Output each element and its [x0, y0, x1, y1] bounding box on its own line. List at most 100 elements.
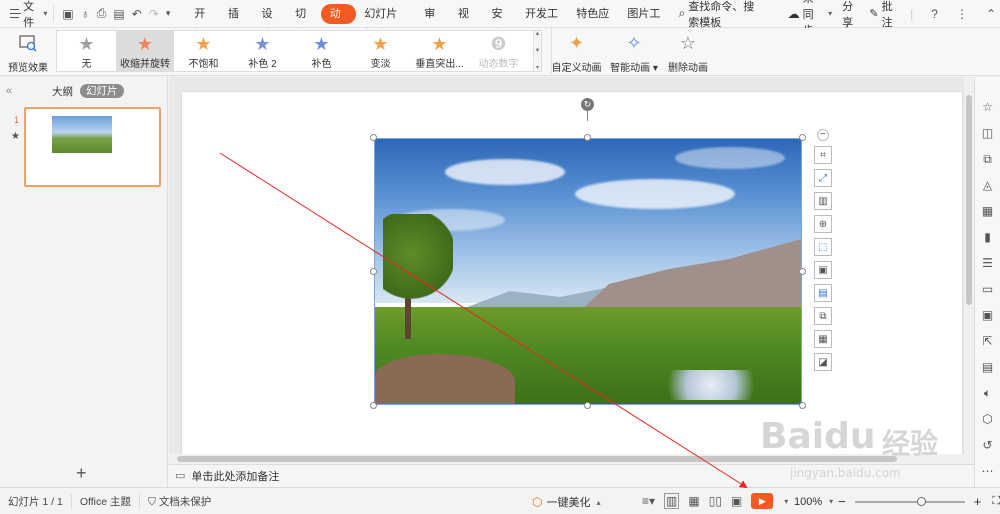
file-menu[interactable]: 文件 ▾	[0, 0, 53, 29]
protection-status[interactable]: ⛉ 文档未保护	[140, 494, 219, 509]
gallery-item-4[interactable]: ★ 补色	[292, 31, 351, 71]
sidebar-shield-icon[interactable]: ⬡	[980, 411, 996, 428]
zoom-picture-icon[interactable]: ⊕	[814, 215, 832, 233]
tab-2[interactable]: 设计	[254, 4, 288, 40]
help-icon[interactable]: ?	[927, 7, 942, 21]
resize-handle-e[interactable]	[799, 268, 806, 275]
resize-handle-s[interactable]	[584, 402, 591, 409]
resize-handle-nw[interactable]	[370, 134, 377, 141]
picture-to-text-icon[interactable]: ▣	[814, 261, 832, 279]
add-slide-button[interactable]: +	[76, 463, 87, 484]
collapse-panel-icon[interactable]: «	[6, 85, 12, 97]
sidebar-slides-icon[interactable]: ▤	[980, 359, 996, 376]
picture-translate-icon[interactable]: ▤	[814, 284, 832, 302]
picture-border-icon[interactable]: ◪	[814, 353, 832, 371]
picture-resize-icon[interactable]: ⤢	[814, 169, 832, 187]
landscape-picture[interactable]	[374, 138, 802, 405]
resize-handle-sw[interactable]	[370, 402, 377, 409]
gallery-scroll[interactable]: ▲ ▼ ▾	[533, 31, 541, 71]
gallery-item-3[interactable]: ★ 补色 2	[233, 31, 292, 71]
picture-split-icon[interactable]: ▥	[814, 192, 832, 210]
picture-clear-icon[interactable]: ⬚	[814, 238, 832, 256]
sidebar-history-icon[interactable]: ↺	[980, 437, 996, 454]
tab-slides[interactable]: 幻灯片	[80, 84, 124, 98]
tab-9[interactable]: 开发工具	[517, 4, 568, 40]
sidebar-layout-icon[interactable]: ▭	[980, 281, 996, 298]
sidebar-copy-icon[interactable]: ⧉	[980, 151, 996, 168]
vertical-scroll-thumb[interactable]	[966, 95, 972, 305]
one-click-beautify-button[interactable]: ⬡ 一键美化 ▴	[532, 494, 601, 510]
collapse-toolbar-icon[interactable]: −	[817, 129, 829, 141]
zoom-in-button[interactable]: +	[974, 494, 982, 509]
gallery-item-2[interactable]: ★ 不饱和	[174, 31, 233, 71]
more-dots-icon[interactable]: ⋮	[952, 7, 972, 21]
rotate-handle-icon[interactable]: ↻	[581, 98, 594, 111]
gallery-down-icon[interactable]: ▼	[535, 48, 541, 54]
sidebar-audio-icon[interactable]: 🔈︎	[980, 385, 996, 402]
tab-6[interactable]: 审阅	[416, 4, 450, 40]
sidebar-star-icon[interactable]: ☆	[980, 99, 996, 116]
gallery-item-1[interactable]: ★ 收缩并旋转	[116, 31, 174, 71]
collapse-ribbon-icon[interactable]: ⌃	[982, 7, 1000, 21]
sidebar-shapes-icon[interactable]: ◫	[980, 125, 996, 142]
preview-effect-button[interactable]: 预览效果	[6, 28, 50, 74]
more-icon[interactable]: ▾	[166, 8, 171, 19]
gallery-more-icon[interactable]: ▾	[536, 64, 539, 71]
gallery-up-icon[interactable]: ▲	[535, 31, 541, 37]
gallery-item-label: 垂直突出...	[415, 59, 464, 70]
picture-copy-icon[interactable]: ⧉	[814, 307, 832, 325]
gallery-item-0[interactable]: ★ 无	[57, 31, 116, 71]
format-painter-icon[interactable]: ♁	[81, 7, 90, 21]
zoom-slider[interactable]	[854, 496, 965, 506]
save-icon[interactable]: ▣	[62, 7, 73, 21]
resize-handle-n[interactable]	[584, 134, 591, 141]
sidebar-chart-icon[interactable]: ▮	[980, 229, 996, 246]
custom-animation-button[interactable]: ✦ 自定义动画	[551, 28, 602, 74]
normal-view-icon[interactable]: ▥	[664, 493, 680, 509]
tab-1[interactable]: 插入	[220, 4, 254, 40]
thumbnail-image	[52, 116, 112, 153]
picture-float-toolbar: − ⌗ ⤢ ▥ ⊕ ⬚ ▣ ▤ ⧉ ▦ ◪	[812, 129, 834, 371]
resize-handle-ne[interactable]	[799, 134, 806, 141]
picture-cloud	[445, 159, 565, 185]
baidu-watermark: Baidu 经验 jingyan.baidu.com	[740, 400, 970, 500]
gallery-item-6[interactable]: ★ 垂直突出...	[410, 31, 469, 71]
smart-animation-button[interactable]: ✧ 智能动画 ▾	[609, 28, 659, 75]
tab-4[interactable]: 动画	[320, 3, 357, 40]
crop-icon[interactable]: ⌗	[814, 146, 832, 164]
print-icon[interactable]: ⎙	[97, 6, 107, 21]
delete-animation-button[interactable]: ☆ 删除动画	[665, 28, 711, 75]
tab-0[interactable]: 开始	[186, 4, 220, 40]
share-button[interactable]: 分享	[842, 0, 859, 30]
picture-compress-icon[interactable]: ▦	[814, 330, 832, 348]
tab-5[interactable]: 幻灯片放映	[356, 4, 416, 40]
tab-3[interactable]: 切换	[287, 4, 321, 40]
reading-view-icon[interactable]: ▯▯	[709, 494, 722, 508]
resize-handle-w[interactable]	[370, 268, 377, 275]
notes-toggle-icon[interactable]: ≡▾	[642, 494, 655, 508]
tab-outline[interactable]: 大纲	[52, 84, 73, 99]
print-preview-icon[interactable]: ▤	[113, 7, 124, 21]
gallery-item-7[interactable]: ❾ 动态数字	[469, 31, 528, 71]
tab-11[interactable]: 图片工具	[619, 4, 670, 40]
sidebar-image-icon[interactable]: ▣	[980, 307, 996, 324]
slide-sorter-icon[interactable]: ▦	[688, 494, 699, 508]
undo-icon[interactable]: ↶	[132, 7, 142, 21]
sidebar-settings-icon[interactable]: ☰	[980, 255, 996, 272]
redo-icon[interactable]: ↷	[149, 7, 159, 21]
tab-8[interactable]: 安全	[483, 4, 517, 40]
comment-button[interactable]: ✎ 批注	[869, 0, 896, 30]
sidebar-grid-icon[interactable]: ▦	[980, 203, 996, 220]
sidebar-fill-icon[interactable]: ◬	[980, 177, 996, 194]
star-fade-icon: ★	[372, 34, 389, 54]
tab-7[interactable]: 视图	[450, 4, 484, 40]
slide-thumbnail[interactable]	[24, 107, 161, 187]
theme-name[interactable]: Office 主题	[72, 493, 141, 509]
fit-window-icon[interactable]: ⛶	[992, 495, 1000, 508]
sidebar-export-icon[interactable]: ⇱	[980, 333, 996, 350]
tab-10[interactable]: 特色应用	[568, 4, 619, 40]
command-search[interactable]: ⌕ 查找命令、搜索模板	[679, 0, 764, 30]
sidebar-more-icon[interactable]: ⋯	[980, 463, 996, 480]
gallery-item-5[interactable]: ★ 变淡	[351, 31, 410, 71]
custom-animation-label: 自定义动画	[551, 63, 602, 74]
